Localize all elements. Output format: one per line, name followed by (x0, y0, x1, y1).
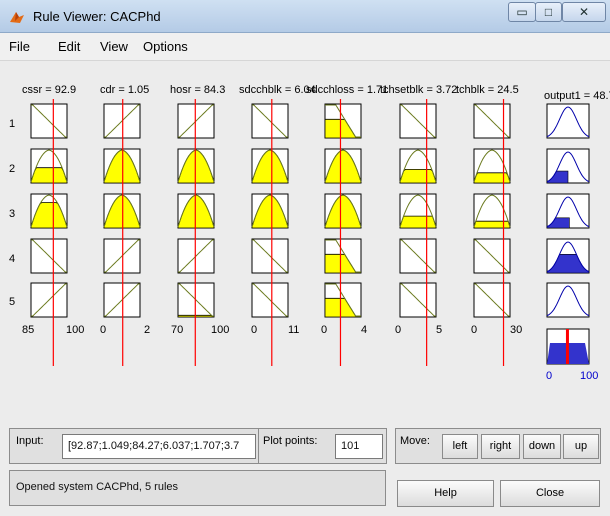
help-button[interactable]: Help (397, 480, 494, 507)
maximize-icon: □ (544, 5, 553, 19)
move-left-button[interactable]: left (442, 434, 478, 459)
output-mf-plot-r1 (546, 103, 590, 139)
rule-plots (30, 99, 590, 366)
move-label: Move: (400, 435, 430, 447)
menu-file[interactable]: File (9, 39, 30, 54)
plot-points-label: Plot points: (263, 435, 318, 447)
move-panel: Move: left right down up (395, 428, 601, 464)
plot-points-panel: Plot points: 101 (258, 428, 387, 464)
mf-fill-r3-c7 (473, 220, 511, 229)
status-text: Opened system CACPhd, 5 rules (9, 470, 386, 506)
input-panel: Input: [92.87;1.049;84.27;6.037;1.707;3.… (9, 428, 259, 464)
mf-fill-r3-c6 (399, 215, 437, 229)
input-label: Input: (16, 435, 44, 447)
output-mf-plot-r5 (546, 282, 590, 318)
mf-fill-r5-c3 (177, 314, 215, 318)
close-icon: ✕ (578, 5, 590, 19)
plot-points-field[interactable]: 101 (335, 434, 383, 459)
move-down-button[interactable]: down (523, 434, 561, 459)
maximize-button[interactable]: □ (535, 2, 562, 22)
mf-fill-r2-c6 (399, 169, 437, 184)
minimize-icon: ▭ (516, 5, 528, 19)
menu-view[interactable]: View (100, 39, 128, 54)
window-title: Rule Viewer: CACPhd (33, 9, 161, 24)
close-button[interactable]: Close (500, 480, 600, 507)
mf-fill-r2-c1 (30, 167, 68, 184)
input-vector-field[interactable]: [92.87;1.049;84.27;6.037;1.707;3.7 (62, 434, 256, 459)
move-right-button[interactable]: right (481, 434, 520, 459)
close-window-button[interactable]: ✕ (562, 2, 606, 22)
title-bar: Rule Viewer: CACPhd ▭ □ ✕ (0, 0, 610, 33)
mf-fill-r2-c7 (473, 172, 511, 184)
menu-bar: File Edit View Options (0, 33, 610, 61)
minimize-button[interactable]: ▭ (508, 2, 536, 22)
rule-plot-area: cssr = 92.9 cdr = 1.05 hosr = 84.3 sdcch… (0, 61, 610, 421)
matlab-logo-icon (10, 12, 24, 23)
menu-options[interactable]: Options (143, 39, 188, 54)
menu-edit[interactable]: Edit (58, 39, 80, 54)
move-up-button[interactable]: up (563, 434, 599, 459)
